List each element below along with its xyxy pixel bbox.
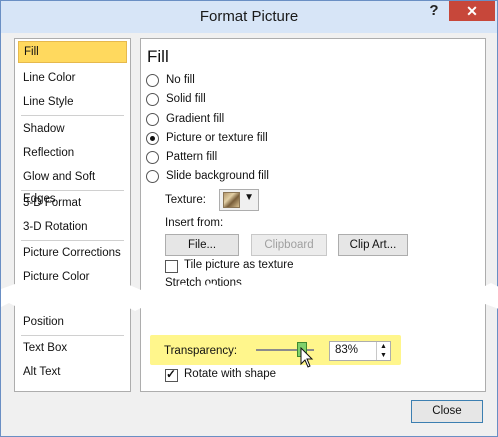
transparency-label: Transparency: — [164, 345, 238, 357]
radio-button[interactable] — [146, 150, 159, 164]
rotate-checkbox[interactable] — [165, 367, 178, 382]
transparency-spinner[interactable]: 83% ▲ ▼ — [329, 341, 391, 361]
spin-buttons: ▲ ▼ — [376, 342, 390, 360]
texture-label: Texture: — [165, 194, 206, 206]
solid-fill-option[interactable]: Solid fill — [146, 91, 206, 107]
help-button[interactable]: ? — [421, 1, 447, 21]
sidebar-item-line-color[interactable]: Line Color — [18, 67, 127, 89]
title-bar: Format Picture ? ✕ — [1, 1, 497, 33]
sidebar-item-line-style[interactable]: Line Style — [18, 91, 127, 113]
category-divider — [21, 190, 124, 191]
option-label: Slide background fill — [166, 170, 269, 182]
close-window-button[interactable]: ✕ — [449, 1, 495, 21]
gradient-fill-option[interactable]: Gradient fill — [146, 111, 224, 127]
spin-down-icon[interactable]: ▼ — [377, 351, 390, 360]
clip-art-button[interactable]: Clip Art... — [338, 234, 408, 256]
radio-button[interactable] — [146, 112, 159, 126]
category-list: Fill Line Color Line Style Shadow Reflec… — [14, 38, 131, 392]
spin-up-icon[interactable]: ▲ — [377, 342, 390, 351]
format-picture-dialog: Format Picture ? ✕ Fill Line Color Line … — [0, 0, 498, 437]
option-label: No fill — [166, 74, 195, 86]
sidebar-item-3d-format[interactable]: 3-D Format — [18, 192, 127, 214]
radio-button[interactable] — [146, 92, 159, 106]
sidebar-item-glow-soft-edges[interactable]: Glow and Soft Edges — [18, 166, 127, 205]
category-divider — [21, 240, 124, 241]
dropdown-arrow-icon: ▼ — [244, 192, 254, 203]
torn-edge-break — [1, 283, 498, 311]
close-button[interactable]: Close — [411, 400, 483, 423]
tile-checkbox[interactable] — [165, 260, 178, 273]
option-label: Gradient fill — [166, 113, 225, 125]
sidebar-item-text-box[interactable]: Text Box — [18, 337, 127, 359]
tile-label: Tile picture as texture — [184, 259, 294, 271]
file-button[interactable]: File... — [165, 234, 239, 256]
sidebar-item-picture-corrections[interactable]: Picture Corrections — [18, 242, 127, 264]
panel-heading: Fill — [147, 47, 169, 66]
texture-swatch-icon — [223, 192, 240, 208]
sidebar-item-alt-text[interactable]: Alt Text — [18, 361, 127, 383]
sidebar-item-shadow[interactable]: Shadow — [18, 118, 127, 140]
radio-button[interactable] — [146, 73, 159, 87]
category-divider — [21, 115, 124, 116]
radio-button[interactable] — [146, 169, 159, 183]
radio-button-selected[interactable] — [146, 131, 159, 145]
sidebar-item-fill[interactable]: Fill — [18, 41, 127, 63]
pattern-fill-option[interactable]: Pattern fill — [146, 149, 217, 165]
option-label: Picture or texture fill — [166, 132, 268, 144]
texture-dropdown[interactable]: ▼ — [219, 189, 259, 211]
sidebar-item-reflection[interactable]: Reflection — [18, 142, 127, 164]
category-divider — [21, 335, 124, 336]
mouse-pointer-icon — [300, 347, 314, 368]
clipboard-button[interactable]: Clipboard — [251, 234, 327, 256]
no-fill-option[interactable]: No fill — [146, 72, 195, 88]
option-label: Solid fill — [166, 93, 206, 105]
slide-background-fill-option[interactable]: Slide background fill — [146, 168, 269, 184]
transparency-value[interactable]: 83% — [335, 344, 358, 356]
picture-texture-fill-option[interactable]: Picture or texture fill — [146, 130, 268, 146]
sidebar-item-3d-rotation[interactable]: 3-D Rotation — [18, 216, 127, 238]
insert-from-label: Insert from: — [165, 217, 224, 229]
option-label: Pattern fill — [166, 151, 218, 163]
rotate-label: Rotate with shape — [184, 368, 277, 380]
